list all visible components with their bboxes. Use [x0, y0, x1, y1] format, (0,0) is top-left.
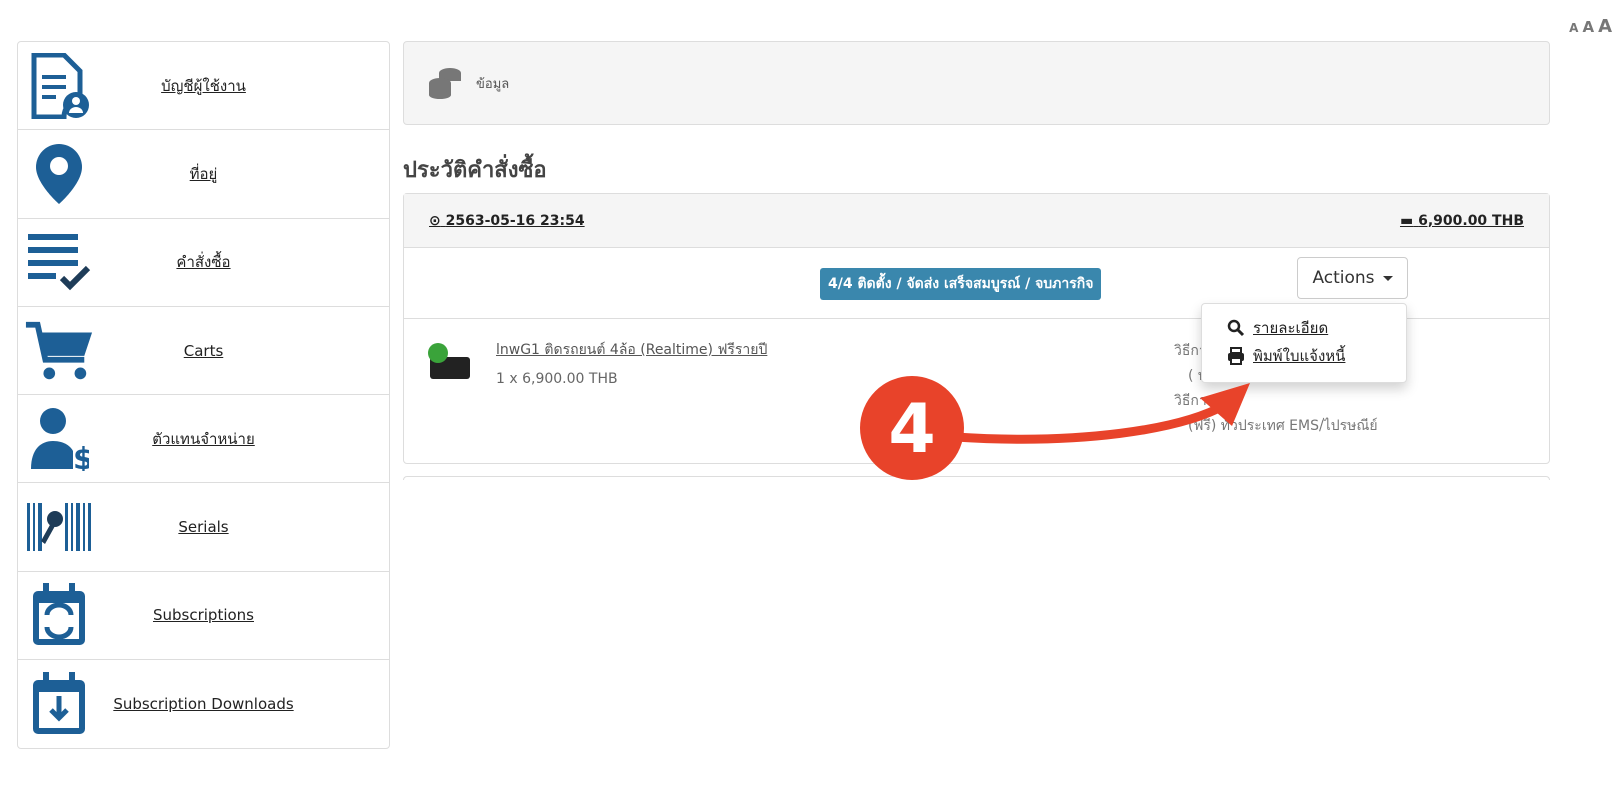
info-panel[interactable]: ข้อมูล: [403, 41, 1550, 125]
map-pin-icon: [24, 139, 94, 209]
menu-item-details[interactable]: รายละเอียด: [1202, 314, 1406, 342]
sidebar-item-reseller[interactable]: $ ตัวแทนจำหน่าย: [18, 395, 389, 484]
sidebar-item-subscriptions[interactable]: Subscriptions: [18, 572, 389, 661]
order-total-link[interactable]: ▬ 6,900.00 THB: [1400, 213, 1524, 229]
menu-item-label: รายละเอียด: [1253, 319, 1329, 337]
calendar-refresh-icon: [24, 580, 94, 650]
sidebar-item-serials[interactable]: Serials: [18, 483, 389, 572]
menu-item-label: พิมพ์ใบแจ้งหนี้: [1253, 347, 1346, 365]
svg-text:$: $: [73, 442, 89, 471]
font-medium-button[interactable]: A: [1582, 18, 1594, 36]
sidebar-item-orders[interactable]: คำสั่งซื้อ: [18, 219, 389, 307]
font-size-controls: AAA: [1565, 16, 1612, 37]
sidebar-item-address[interactable]: ที่อยู่: [18, 130, 389, 219]
user-document-icon: [24, 51, 94, 121]
order-total: 6,900.00 THB: [1418, 212, 1524, 229]
coins-icon: [429, 68, 461, 99]
user-dollar-icon: $: [24, 404, 94, 474]
calendar-download-icon: [24, 669, 94, 739]
product-link[interactable]: lnwG1 ติดรถยนต์ 4ล้อ (Realtime) ฟรีรายปี: [496, 339, 767, 361]
actions-dropdown-menu: รายละเอียด พิมพ์ใบแจ้งหนี้: [1201, 303, 1407, 383]
next-order-panel: [403, 476, 1550, 480]
product-quantity: 1 x 6,900.00 THB: [496, 371, 618, 387]
sidebar-item-account[interactable]: บัญชีผู้ใช้งาน: [18, 42, 389, 131]
sidebar-item-subscription-downloads[interactable]: Subscription Downloads: [18, 660, 389, 748]
credit-card-icon: ▬: [1399, 212, 1414, 229]
shipping-method-value: (ฟรี) ทั่วประเทศ EMS/ไปรษณีย์: [1188, 418, 1378, 434]
shipping-method-label: วิธีกา: [1174, 393, 1207, 409]
barcode-key-icon: [24, 492, 94, 562]
font-large-button[interactable]: A: [1598, 16, 1612, 37]
caret-down-icon: [1382, 275, 1393, 281]
product-thumbnail: [428, 343, 470, 379]
menu-item-print-invoice[interactable]: พิมพ์ใบแจ้งหนี้: [1202, 342, 1406, 370]
print-icon: [1228, 347, 1244, 365]
font-small-button[interactable]: A: [1569, 21, 1578, 35]
page-title: ประวัติคำสั่งซื้อ: [403, 158, 547, 183]
actions-button[interactable]: Actions: [1297, 257, 1408, 299]
search-icon: [1227, 319, 1245, 337]
cart-icon: [24, 316, 94, 386]
info-label: ข้อมูล: [476, 76, 510, 92]
order-date-link[interactable]: ⊙ 2563-05-16 23:54: [429, 213, 585, 229]
status-badge: 4/4 ติดตั้ง / จัดส่ง เสร็จสมบูรณ์ / จบภา…: [820, 268, 1102, 300]
list-check-icon: [24, 227, 94, 297]
sidebar-item-carts[interactable]: Carts: [18, 307, 389, 396]
actions-label: Actions: [1312, 268, 1375, 288]
order-date: 2563-05-16 23:54: [445, 212, 585, 229]
clock-icon: ⊙: [429, 212, 441, 229]
sidebar: บัญชีผู้ใช้งาน ที่อยู่ คำสั่งซื้อ Carts …: [17, 41, 390, 750]
